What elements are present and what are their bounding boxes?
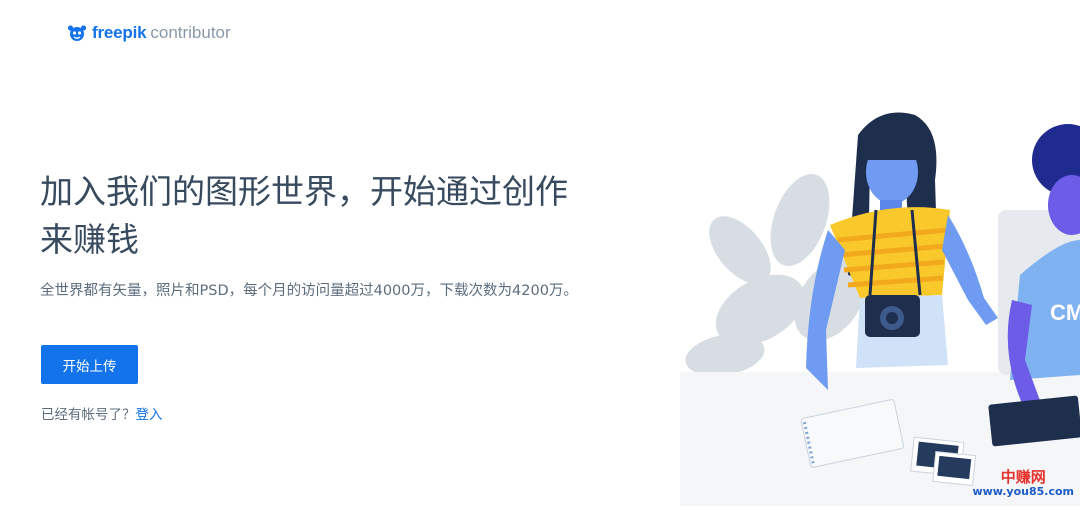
login-prompt: 已经有帐号了？登入	[41, 403, 163, 423]
hero-title: 加入我们的图形世界，开始通过创作来赚钱	[40, 172, 568, 259]
login-prompt-text: 已经有帐号了？	[41, 407, 136, 423]
hero-illustration: CM	[680, 100, 1080, 506]
start-upload-button[interactable]: 开始上传	[41, 345, 138, 384]
logo-sub-text: contributor	[150, 23, 231, 42]
logo-brand-text: freepik	[92, 23, 147, 42]
illustration-artwork: CM	[680, 112, 1080, 506]
woman-figure	[806, 112, 998, 390]
freepik-mascot-icon	[67, 25, 87, 41]
freepik-contributor-logo[interactable]: freepik contributor	[66, 23, 231, 43]
watermark-line2: www.you85.com	[972, 484, 1074, 498]
hero-description: 全世界都有矢量，照片和PSD，每个月的访问量超过4000万，下载次数为4200万…	[40, 283, 578, 299]
login-link[interactable]: 登入	[136, 407, 163, 423]
watermark-line1: 中赚网	[1000, 468, 1046, 487]
site-watermark: 中赚网 www.you85.com	[972, 469, 1074, 498]
shirt-text: CM	[1050, 300, 1080, 325]
